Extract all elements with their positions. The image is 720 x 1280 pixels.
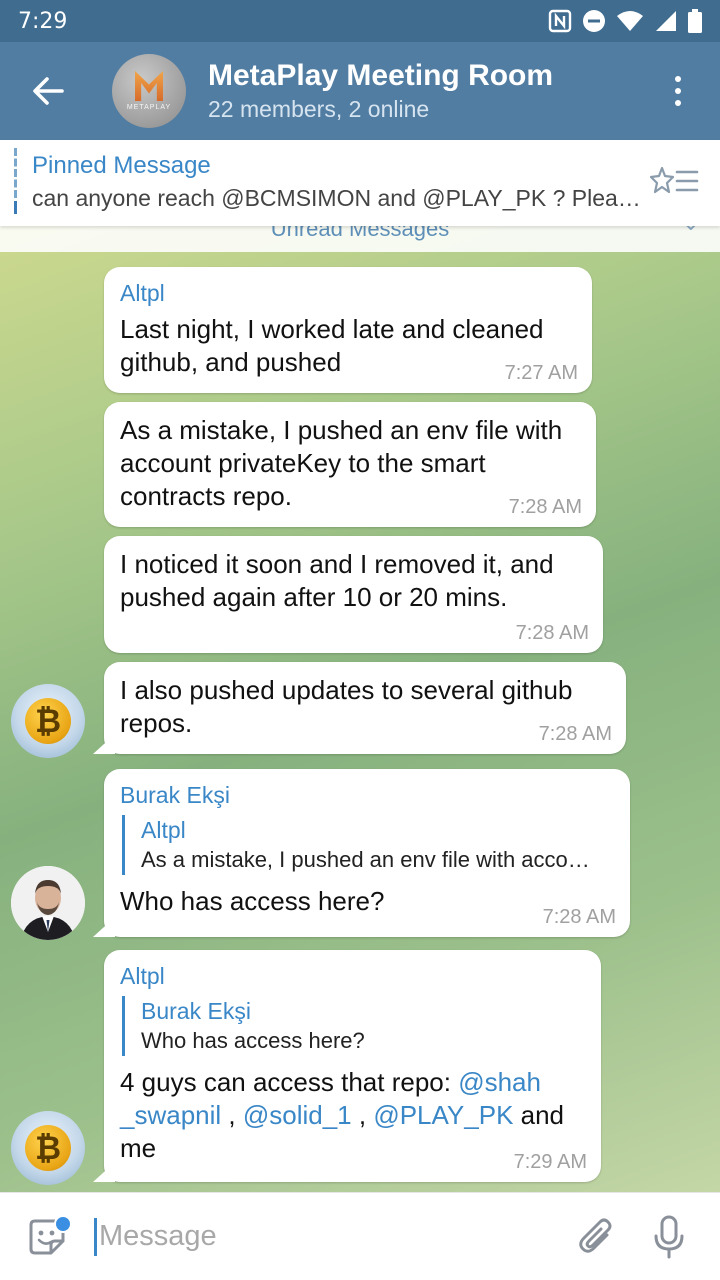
wifi-icon [617,11,643,31]
separator: , [221,1100,243,1130]
bitcoin-icon: ₿ [25,1125,71,1171]
message-text: Who has access here? [120,886,385,916]
microphone-icon [654,1215,684,1258]
paperclip-icon [579,1218,612,1253]
more-vert-icon [675,73,681,109]
message-time: 7:28 AM [508,496,582,518]
message-bubble[interactable]: I noticed it soon and I removed it, and … [104,536,603,653]
text-cursor [94,1217,97,1256]
person-photo-icon [11,866,85,940]
reply-text: As a mistake, I pushed an env file with … [141,847,598,872]
separator: , [351,1100,374,1130]
message-bubble[interactable]: As a mistake, I pushed an env file with … [104,402,596,527]
back-button[interactable] [0,42,96,140]
message-time: 7:28 AM [538,723,612,745]
nfc-icon [548,9,572,33]
metaplay-logo [135,71,163,101]
sender-avatar[interactable]: ₿ [11,684,85,758]
back-arrow-icon [33,77,64,105]
pinned-message-bar[interactable]: Pinned Message can anyone reach @BCMSIMO… [0,140,720,226]
pinned-text: can anyone reach @BCMSIMON and @PLAY_PK … [32,185,642,211]
message-bubble[interactable]: Burak Ekşi Altpl As a mistake, I pushed … [104,769,630,937]
chat-subtitle: 22 members, 2 online [208,96,430,122]
chat-header: METAPLAY MetaPlay Meeting Room 22 member… [0,42,720,140]
unread-divider: Unread Messages ⌄ [0,226,720,252]
do-not-disturb-icon [583,10,605,32]
message-text-start: 4 guys can access that repo: [120,1067,459,1097]
unread-label: Unread Messages [270,226,450,241]
message-input-bar [0,1192,720,1280]
more-options-button[interactable] [636,42,720,140]
message-time: 7:28 AM [515,622,589,644]
message-input[interactable] [99,1220,559,1253]
message-bubble[interactable]: I also pushed updates to several github … [104,662,626,754]
message-text: 4 guys can access that repo: @shah _swap… [120,1066,580,1165]
mention-link[interactable]: @solid_1 [243,1100,352,1130]
pinned-title: Pinned Message [32,152,211,179]
message-sender[interactable]: Altpl [120,279,576,307]
message-text: I noticed it soon and I removed it, and … [120,549,554,612]
message-time: 7:27 AM [504,362,578,384]
signal-icon [656,11,676,31]
sender-avatar[interactable]: ₿ [11,1111,85,1185]
battery-icon [688,9,702,33]
status-time: 7:29 [18,8,68,34]
mention-link[interactable]: @PLAY_PK [373,1100,513,1130]
reply-sender: Burak Ekşi [141,998,251,1024]
sender-avatar[interactable] [11,866,85,940]
group-avatar[interactable]: METAPLAY [112,54,186,128]
reply-preview[interactable]: Altpl As a mistake, I pushed an env file… [122,815,598,875]
message-time: 7:29 AM [513,1151,587,1173]
reply-preview[interactable]: Burak Ekşi Who has access here? [122,996,562,1056]
avatar-logo-text: METAPLAY [126,104,172,111]
chat-area[interactable]: Unread Messages ⌄ Altpl Last night, I wo… [0,226,720,1192]
notification-dot [54,1214,72,1233]
attach-button[interactable] [567,1193,627,1280]
reply-text: Who has access here? [141,1028,365,1053]
status-icons [548,9,702,33]
bitcoin-icon: ₿ [25,698,71,744]
message-time: 7:28 AM [542,906,616,928]
message-sender[interactable]: Altpl [120,962,585,990]
pin-list-icon [649,166,699,194]
pinned-list-button[interactable] [649,162,700,202]
voice-message-button[interactable] [627,1193,711,1280]
reply-sender: Altpl [141,817,186,843]
pinned-indicator [14,148,17,214]
message-bubble[interactable]: Altpl Burak Ekşi Who has access here? 4 … [104,950,601,1182]
status-bar: 7:29 [0,0,720,42]
emoji-button[interactable] [0,1193,94,1280]
message-sender[interactable]: Burak Ekşi [120,781,614,809]
message-bubble[interactable]: Altpl Last night, I worked late and clea… [104,267,592,393]
chat-title: MetaPlay Meeting Room [208,59,554,92]
chat-info[interactable]: MetaPlay Meeting Room 22 members, 2 onli… [208,58,553,124]
